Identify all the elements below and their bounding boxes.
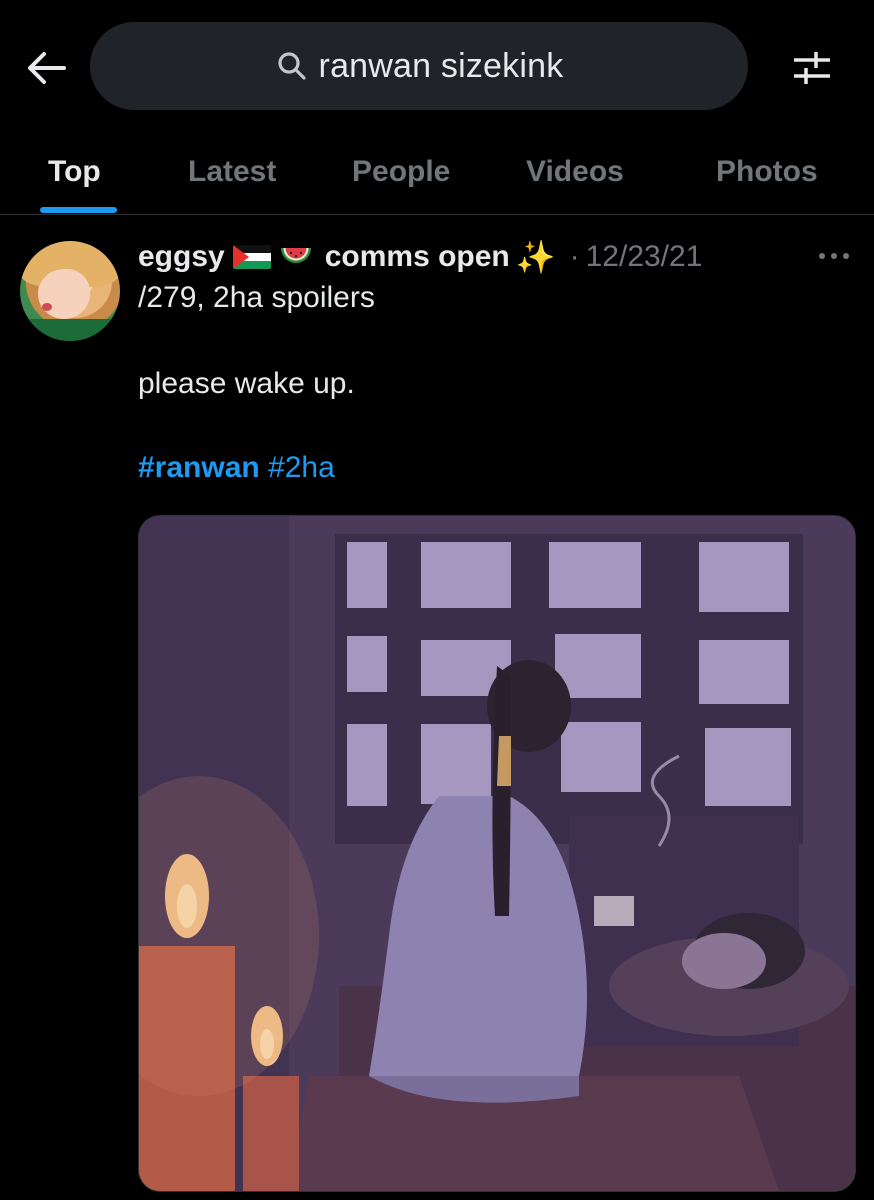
top-bar: ranwan sizekink bbox=[0, 0, 874, 130]
hashtag-link[interactable]: #2ha bbox=[268, 451, 335, 484]
illustration bbox=[139, 516, 855, 1191]
tweet-header: eggsy comms open ✨ · 12/23/21 bbox=[138, 235, 702, 279]
hashtag-link[interactable]: #ranwan bbox=[138, 451, 260, 484]
sliders-icon bbox=[794, 52, 830, 84]
display-name[interactable]: eggsy bbox=[138, 240, 225, 274]
search-icon bbox=[275, 49, 309, 83]
tweet-image[interactable] bbox=[138, 515, 856, 1192]
tweet-text: please wake up. bbox=[138, 367, 355, 400]
sparkles-icon: ✨ bbox=[515, 239, 556, 275]
back-arrow-icon bbox=[28, 52, 66, 84]
tab-latest[interactable]: Latest bbox=[188, 130, 276, 214]
name-suffix[interactable]: comms open bbox=[325, 240, 510, 274]
tab-top[interactable]: Top bbox=[48, 130, 101, 214]
search-input[interactable]: ranwan sizekink bbox=[90, 22, 748, 110]
more-options-button[interactable] bbox=[814, 241, 854, 271]
tab-people[interactable]: People bbox=[352, 130, 450, 214]
palestine-flag-icon bbox=[232, 245, 271, 269]
watermelon-icon bbox=[279, 242, 313, 272]
display-name-continued: /279, 2ha spoilers bbox=[138, 281, 375, 314]
search-query-text: ranwan sizekink bbox=[318, 46, 564, 85]
search-settings-button[interactable] bbox=[786, 42, 838, 94]
search-tabs: Top Latest People Videos Photos bbox=[0, 130, 874, 215]
back-button[interactable] bbox=[20, 42, 72, 94]
tweet-hashtags: #ranwan #2ha bbox=[138, 451, 335, 485]
separator-dot: · bbox=[569, 240, 580, 273]
tweet[interactable]: eggsy comms open ✨ · 12/23/21 /279, 2ha … bbox=[0, 215, 874, 1200]
tweet-date[interactable]: 12/23/21 bbox=[586, 240, 703, 274]
tab-videos[interactable]: Videos bbox=[526, 130, 624, 214]
more-dots-icon bbox=[819, 253, 849, 259]
active-tab-indicator bbox=[40, 207, 117, 213]
tab-photos[interactable]: Photos bbox=[716, 130, 818, 214]
avatar[interactable] bbox=[20, 241, 120, 341]
